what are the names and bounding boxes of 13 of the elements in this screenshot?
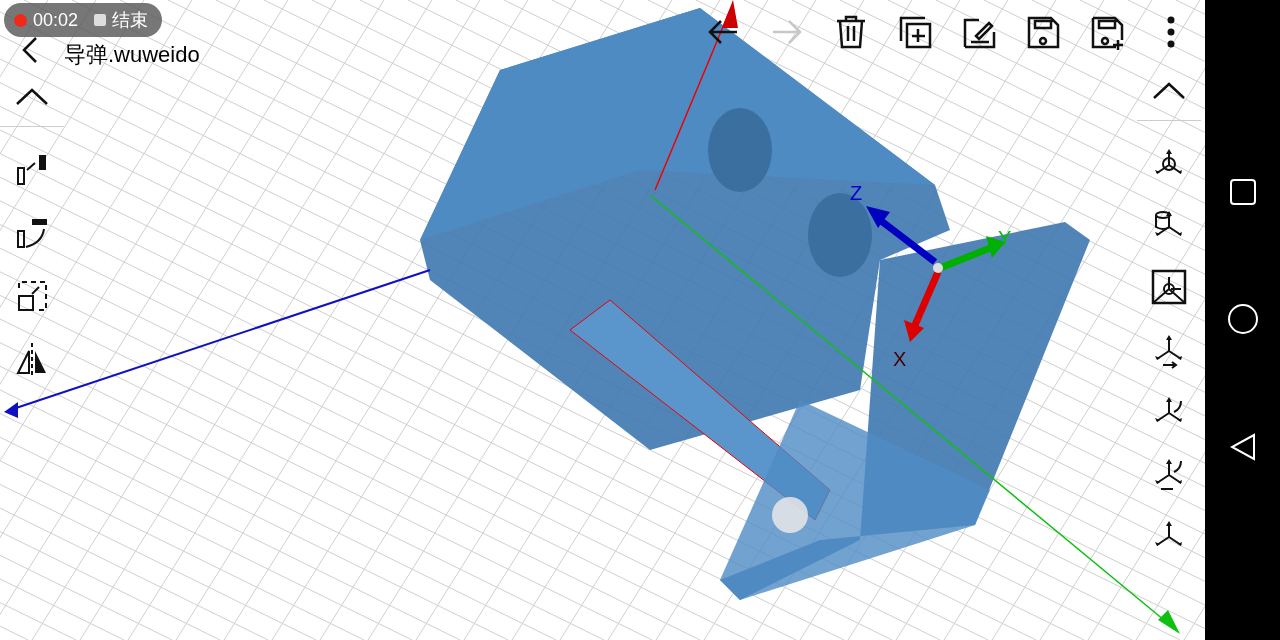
- more-icon: [1167, 16, 1175, 48]
- home-button[interactable]: [1227, 304, 1258, 334]
- x-axis-label: X: [893, 348, 907, 370]
- back-button[interactable]: [1229, 432, 1256, 461]
- framed-axes-icon: [1149, 267, 1189, 307]
- recents-button[interactable]: [1229, 179, 1256, 206]
- stop-icon: [94, 14, 107, 26]
- y-axis-label: Y: [998, 227, 1012, 249]
- recording-time: 00:02: [33, 8, 79, 32]
- document-title: 导弹.wuweido: [64, 41, 200, 69]
- view-button[interactable]: [1149, 267, 1189, 307]
- stop-recording-button[interactable]: 结束: [112, 6, 149, 34]
- z-axis-label: Z: [850, 182, 863, 204]
